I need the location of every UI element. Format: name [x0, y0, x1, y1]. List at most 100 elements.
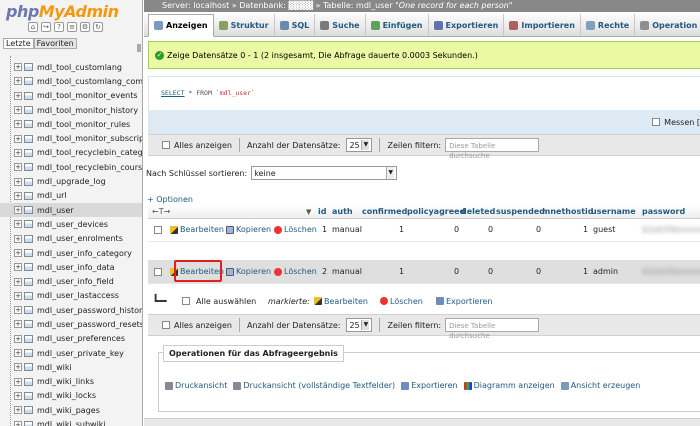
- tree-item-table[interactable]: + mdl_url: [14, 189, 142, 203]
- col-policyagreed[interactable]: policyagreed: [407, 207, 465, 216]
- row-checkbox[interactable]: [154, 267, 162, 276]
- export-link[interactable]: Exportieren: [401, 381, 458, 390]
- table-icon[interactable]: [24, 363, 33, 372]
- tree-item-table[interactable]: + mdl_user_private_key: [14, 346, 142, 360]
- tab-struktur[interactable]: Struktur: [214, 14, 275, 36]
- rows-select-bottom[interactable]: 25 ▼: [346, 318, 373, 332]
- tree-item-table[interactable]: + mdl_tool_monitor_rules: [14, 117, 142, 131]
- expand-icon[interactable]: +: [14, 120, 22, 129]
- expand-icon[interactable]: +: [14, 163, 22, 172]
- table-icon[interactable]: [24, 306, 33, 315]
- col-password[interactable]: password: [642, 207, 685, 216]
- tab-rechte[interactable]: Rechte: [581, 14, 636, 36]
- tree-item-label[interactable]: mdl_tool_customlang: [37, 63, 122, 72]
- expand-icon[interactable]: +: [14, 363, 22, 372]
- col-mnethostid[interactable]: mnethostid: [542, 207, 594, 216]
- expand-icon[interactable]: +: [14, 148, 22, 157]
- expand-icon[interactable]: +: [14, 91, 22, 100]
- tree-item-label[interactable]: mdl_wiki_locks: [37, 391, 96, 400]
- scroll-indicator[interactable]: [137, 44, 141, 52]
- expand-icon[interactable]: +: [14, 320, 22, 329]
- expand-icon[interactable]: +: [14, 377, 22, 386]
- tree-item-table[interactable]: + mdl_user_password_resets: [14, 317, 142, 331]
- tree-item-label[interactable]: mdl_wiki_links: [37, 377, 94, 386]
- tree-item-table[interactable]: + mdl_user_enrolments: [14, 232, 142, 246]
- tab-recent[interactable]: Letzte: [3, 38, 34, 49]
- table-icon[interactable]: [24, 177, 33, 186]
- tree-item-table[interactable]: + mdl_tool_monitor_subscrip: [14, 131, 142, 145]
- table-icon[interactable]: [24, 349, 33, 358]
- table-icon[interactable]: [24, 220, 33, 229]
- expand-icon[interactable]: +: [14, 206, 22, 215]
- table-icon[interactable]: [24, 377, 33, 386]
- copy-row-button[interactable]: Kopieren: [226, 225, 271, 234]
- tree-item-table[interactable]: + mdl_wiki_subwiki: [14, 417, 142, 426]
- table-icon[interactable]: [24, 320, 33, 329]
- tree-item-table[interactable]: + mdl_user: [0, 202, 142, 218]
- col-deleted[interactable]: deleted: [461, 207, 495, 216]
- tab-sql[interactable]: SQL: [275, 14, 316, 36]
- tree-item-table[interactable]: + mdl_user_preferences: [14, 332, 142, 346]
- show-all-checkbox-bottom[interactable]: [162, 321, 170, 329]
- tab-operation[interactable]: Operation: [635, 14, 700, 36]
- expand-icon[interactable]: +: [14, 177, 22, 186]
- expand-icon[interactable]: +: [14, 234, 22, 243]
- expand-icon[interactable]: +: [14, 306, 22, 315]
- print-view-full-link[interactable]: Druckansicht (vollständige Textfelder): [233, 381, 395, 390]
- expand-icon[interactable]: +: [14, 391, 22, 400]
- expand-icon[interactable]: +: [14, 406, 22, 415]
- docs-icon[interactable]: ≡: [67, 22, 77, 32]
- tree-item-label[interactable]: mdl_tool_monitor_events: [37, 91, 138, 100]
- expand-icon[interactable]: +: [14, 249, 22, 257]
- tree-item-table[interactable]: + mdl_tool_customlang: [14, 60, 142, 74]
- table-icon[interactable]: [24, 406, 33, 415]
- tree-item-table[interactable]: + mdl_user_info_data: [14, 260, 142, 274]
- chart-link[interactable]: Diagramm anzeigen: [463, 381, 555, 390]
- help-icon[interactable]: ?: [54, 22, 64, 32]
- col-confirmed[interactable]: confirmed: [362, 207, 407, 216]
- phpmyadmin-logo[interactable]: phpMyAdmin ⌂ ↪ ? ≡ ⚙ ↻: [0, 0, 142, 36]
- tree-item-table[interactable]: + mdl_tool_customlang_com: [14, 74, 142, 88]
- tree-item-table[interactable]: + mdl_user_password_histor: [14, 303, 142, 317]
- profiling-checkbox[interactable]: [652, 118, 661, 126]
- tree-item-label[interactable]: mdl_tool_customlang_com: [37, 77, 142, 86]
- table-icon[interactable]: [24, 163, 33, 172]
- col-username[interactable]: username: [591, 207, 636, 216]
- tree-item-table[interactable]: + mdl_user_lastaccess: [14, 289, 142, 303]
- bulk-edit-button[interactable]: Bearbeiten: [314, 297, 368, 306]
- tree-item-label[interactable]: mdl_user_private_key: [37, 349, 124, 358]
- tree-item-label[interactable]: mdl_wiki_subwiki: [37, 420, 106, 426]
- tree-item-table[interactable]: + mdl_tool_recyclebin_categ: [14, 146, 142, 160]
- tree-item-table[interactable]: + mdl_wiki: [14, 360, 142, 374]
- table-icon[interactable]: [24, 134, 33, 143]
- expand-icon[interactable]: +: [14, 334, 22, 343]
- home-icon[interactable]: ⌂: [28, 22, 38, 32]
- expand-icon[interactable]: +: [14, 291, 22, 300]
- table-icon[interactable]: [24, 334, 33, 343]
- expand-icon[interactable]: +: [14, 263, 22, 272]
- tree-item-label[interactable]: mdl_tool_recyclebin_cours: [37, 163, 142, 172]
- sort-arrow-icon[interactable]: ▼: [306, 208, 311, 216]
- tree-item-label[interactable]: mdl_user_info_data: [37, 263, 115, 272]
- table-icon[interactable]: [24, 206, 33, 215]
- tree-item-table[interactable]: + mdl_tool_monitor_events: [14, 89, 142, 103]
- expand-icon[interactable]: +: [14, 349, 22, 358]
- show-all-checkbox[interactable]: [162, 141, 170, 149]
- column-resize-arrows[interactable]: ←T→: [152, 207, 170, 216]
- options-link[interactable]: + Optionen: [147, 195, 193, 204]
- tab-anzeigen[interactable]: Anzeigen: [148, 14, 214, 37]
- col-suspended[interactable]: suspended: [496, 207, 545, 216]
- table-icon[interactable]: [24, 191, 33, 200]
- sort-select[interactable]: keine ▼: [251, 166, 398, 180]
- tree-item-table[interactable]: + mdl_tool_monitor_history: [14, 103, 142, 117]
- tree-item-label[interactable]: mdl_url: [37, 191, 67, 200]
- expand-icon[interactable]: +: [14, 277, 22, 286]
- tree-item-table[interactable]: + mdl_user_info_category: [14, 246, 142, 260]
- reload-icon[interactable]: ↻: [93, 22, 103, 32]
- tree-item-label[interactable]: mdl_user_password_histor: [37, 306, 142, 315]
- table-icon[interactable]: [24, 106, 33, 115]
- tree-item-label[interactable]: mdl_user_preferences: [37, 334, 125, 343]
- breadcrumb-server[interactable]: Server: localhost: [162, 1, 229, 10]
- expand-icon[interactable]: +: [14, 220, 22, 229]
- edit-row-button[interactable]: Bearbeiten: [170, 225, 224, 234]
